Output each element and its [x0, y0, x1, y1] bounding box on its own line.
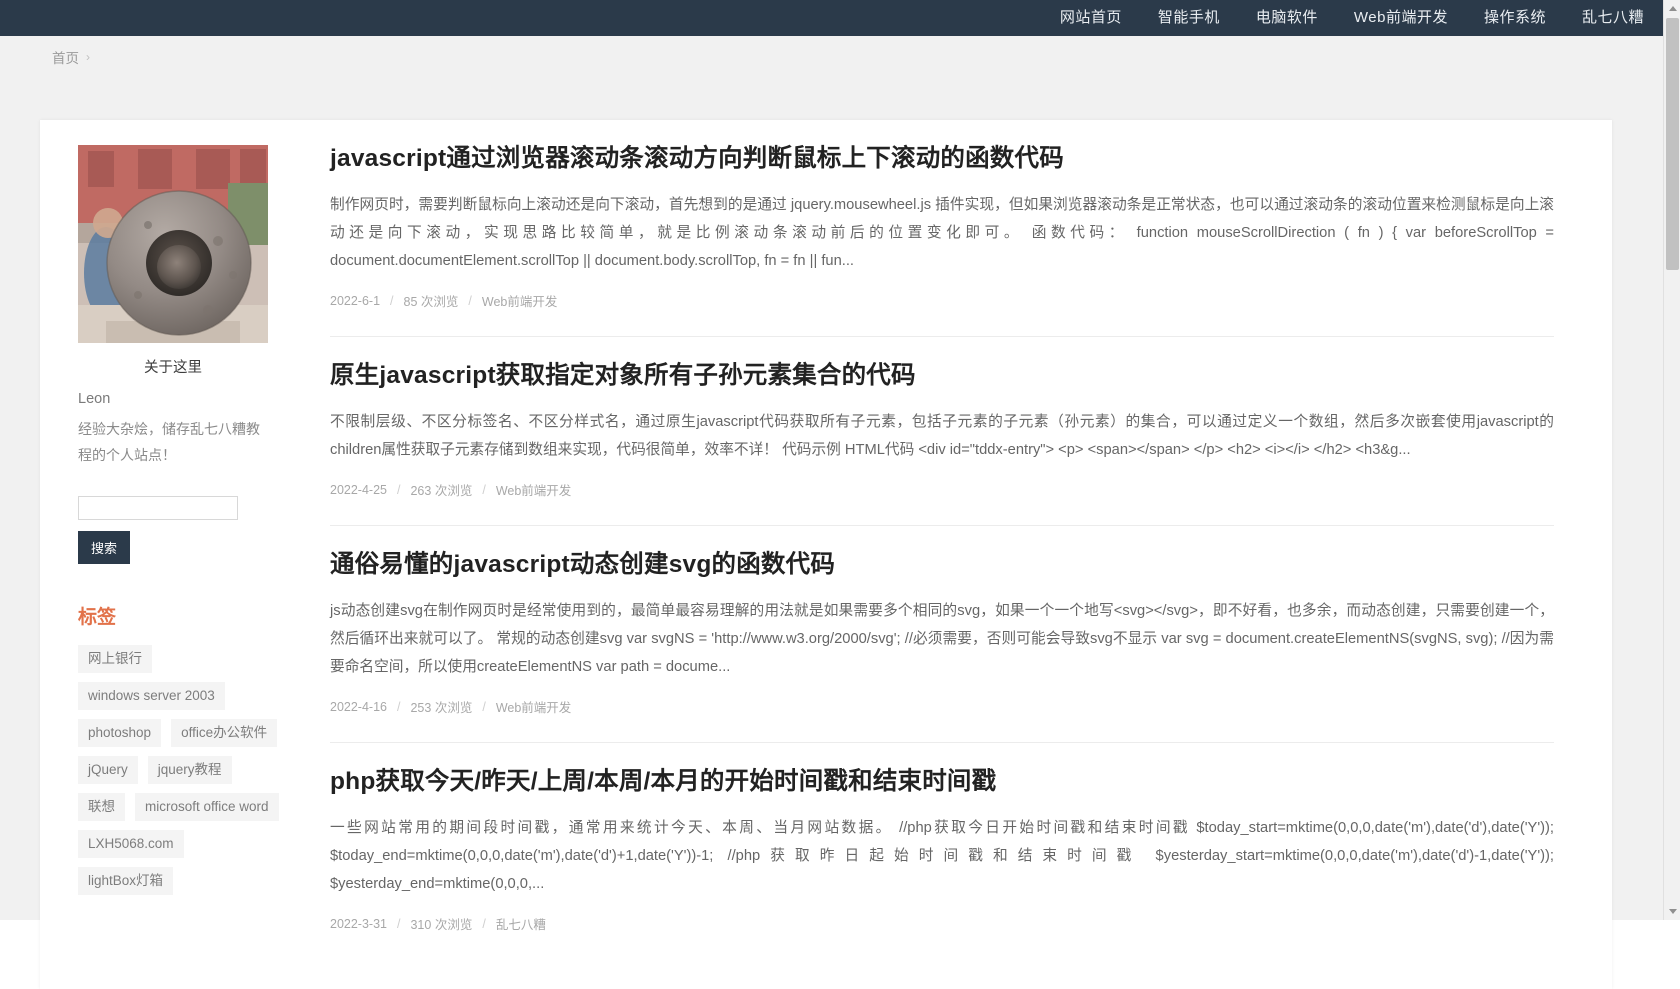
meta-separator: /	[468, 293, 472, 308]
article-meta: 2022-6-1 / 85 次浏览 / Web前端开发	[330, 291, 1554, 324]
article-date: 2022-3-31	[330, 916, 387, 931]
article-date: 2022-6-1	[330, 293, 381, 308]
article-title[interactable]: 原生javascript获取指定对象所有子孙元素集合的代码	[330, 359, 1554, 393]
tags-section-title: 标签	[78, 607, 117, 628]
search-button[interactable]: 搜索	[78, 531, 131, 564]
scrollbar-thumb[interactable]	[1666, 18, 1679, 270]
meta-separator: /	[397, 482, 401, 497]
article-category[interactable]: Web前端开发	[496, 480, 571, 499]
nav-item-os[interactable]: 操作系统	[1466, 0, 1564, 36]
meta-separator: /	[397, 699, 401, 714]
meta-separator: /	[482, 699, 486, 714]
article-views: 310 次浏览	[410, 918, 473, 932]
tag-item[interactable]: 联想	[78, 793, 125, 821]
article-excerpt: 不限制层级、不区分标签名、不区分样式名，通过原生javascript代码获取所有…	[330, 414, 1554, 458]
tag-item[interactable]: lightBox灯箱	[78, 867, 174, 895]
article-excerpt: js动态创建svg在制作网页时是经常使用到的，最简单最容易理解的用法就是如果需要…	[330, 603, 1554, 675]
article-category[interactable]: Web前端开发	[482, 291, 557, 310]
article-meta: 2022-4-25 / 263 次浏览 / Web前端开发	[330, 480, 1554, 513]
nav-item-misc[interactable]: 乱七八糟	[1564, 0, 1662, 36]
article-item: 通俗易懂的javascript动态创建svg的函数代码 js动态创建svg在制作…	[330, 525, 1554, 742]
tag-item[interactable]: jQuery	[78, 756, 138, 784]
search-input[interactable]	[78, 496, 238, 520]
tag-item[interactable]: windows server 2003	[78, 682, 225, 710]
article-meta: 2022-3-31 / 310 次浏览 / 乱七八糟	[330, 914, 1554, 947]
top-navigation-bar: 网站首页 智能手机 电脑软件 Web前端开发 操作系统 乱七八糟	[0, 0, 1680, 36]
tag-item[interactable]: LXH5068.com	[78, 830, 184, 858]
article-excerpt: 制作网页时，需要判断鼠标向上滚动还是向下滚动，首先想到的是通过 jquery.m…	[330, 197, 1554, 269]
breadcrumb-home-link[interactable]: 首页	[52, 47, 79, 67]
article-title[interactable]: 通俗易懂的javascript动态创建svg的函数代码	[330, 548, 1554, 582]
meta-separator: /	[482, 482, 486, 497]
tag-item[interactable]: jquery教程	[147, 756, 232, 784]
tag-item[interactable]: microsoft office word	[135, 793, 279, 821]
article-views: 85 次浏览	[403, 295, 459, 309]
article-item: 原生javascript获取指定对象所有子孙元素集合的代码 不限制层级、不区分标…	[330, 336, 1554, 525]
about-section-title: 关于这里	[144, 360, 202, 376]
search-form: 搜索	[78, 496, 270, 564]
meta-separator: /	[482, 916, 486, 931]
article-item: javascript通过浏览器滚动条滚动方向判断鼠标上下滚动的函数代码 制作网页…	[330, 142, 1554, 336]
article-item: php获取今天/昨天/上周/本周/本月的开始时间戳和结束时间戳 一些网站常用的期…	[330, 742, 1554, 959]
page-background: 首页 › 关于这里 Leon 经验大杂烩，储存乱七八糟教程的个人站点！ 搜索 标…	[0, 36, 1680, 989]
avatar	[78, 145, 268, 343]
tag-item[interactable]: 网上银行	[78, 645, 152, 673]
article-title[interactable]: javascript通过浏览器滚动条滚动方向判断鼠标上下滚动的函数代码	[330, 142, 1554, 176]
nav-item-software[interactable]: 电脑软件	[1238, 0, 1336, 36]
article-list: javascript通过浏览器滚动条滚动方向判断鼠标上下滚动的函数代码 制作网页…	[292, 120, 1612, 989]
meta-separator: /	[397, 916, 401, 931]
nav-item-web-frontend[interactable]: Web前端开发	[1336, 0, 1466, 36]
article-category[interactable]: Web前端开发	[496, 697, 571, 716]
nav-item-smartphone[interactable]: 智能手机	[1140, 0, 1238, 36]
page-scrollbar[interactable]	[1663, 0, 1680, 920]
breadcrumb-separator-icon: ›	[86, 50, 90, 64]
site-description: 经验大杂烩，储存乱七八糟教程的个人站点！	[78, 421, 260, 463]
article-meta: 2022-4-16 / 253 次浏览 / Web前端开发	[330, 697, 1554, 730]
tag-item[interactable]: office办公软件	[171, 719, 278, 747]
article-date: 2022-4-25	[330, 482, 387, 497]
article-category[interactable]: 乱七八糟	[496, 914, 546, 933]
nav-item-home[interactable]: 网站首页	[1042, 0, 1140, 36]
article-excerpt: 一些网站常用的期间段时间戳，通常用来统计今天、本周、当月网站数据。 //php获…	[330, 820, 1554, 892]
breadcrumb: 首页 ›	[0, 36, 1680, 74]
scroll-up-arrow-icon[interactable]	[1664, 0, 1680, 17]
scroll-down-arrow-icon[interactable]	[1664, 903, 1680, 920]
article-views: 253 次浏览	[410, 701, 473, 715]
stone-cannon-photo-icon	[78, 145, 268, 343]
tag-cloud: 网上银行 windows server 2003 photoshop offic…	[78, 645, 288, 895]
meta-separator: /	[390, 293, 394, 308]
sidebar: 关于这里 Leon 经验大杂烩，储存乱七八糟教程的个人站点！ 搜索 标签 网上银…	[40, 120, 292, 989]
author-name: Leon	[78, 391, 111, 407]
article-title[interactable]: php获取今天/昨天/上周/本周/本月的开始时间戳和结束时间戳	[330, 765, 1554, 799]
main-menu: 网站首页 智能手机 电脑软件 Web前端开发 操作系统 乱七八糟	[1042, 0, 1662, 36]
tag-item[interactable]: photoshop	[78, 719, 162, 747]
content-card: 关于这里 Leon 经验大杂烩，储存乱七八糟教程的个人站点！ 搜索 标签 网上银…	[40, 120, 1612, 989]
article-date: 2022-4-16	[330, 699, 387, 714]
article-views: 263 次浏览	[410, 484, 473, 498]
